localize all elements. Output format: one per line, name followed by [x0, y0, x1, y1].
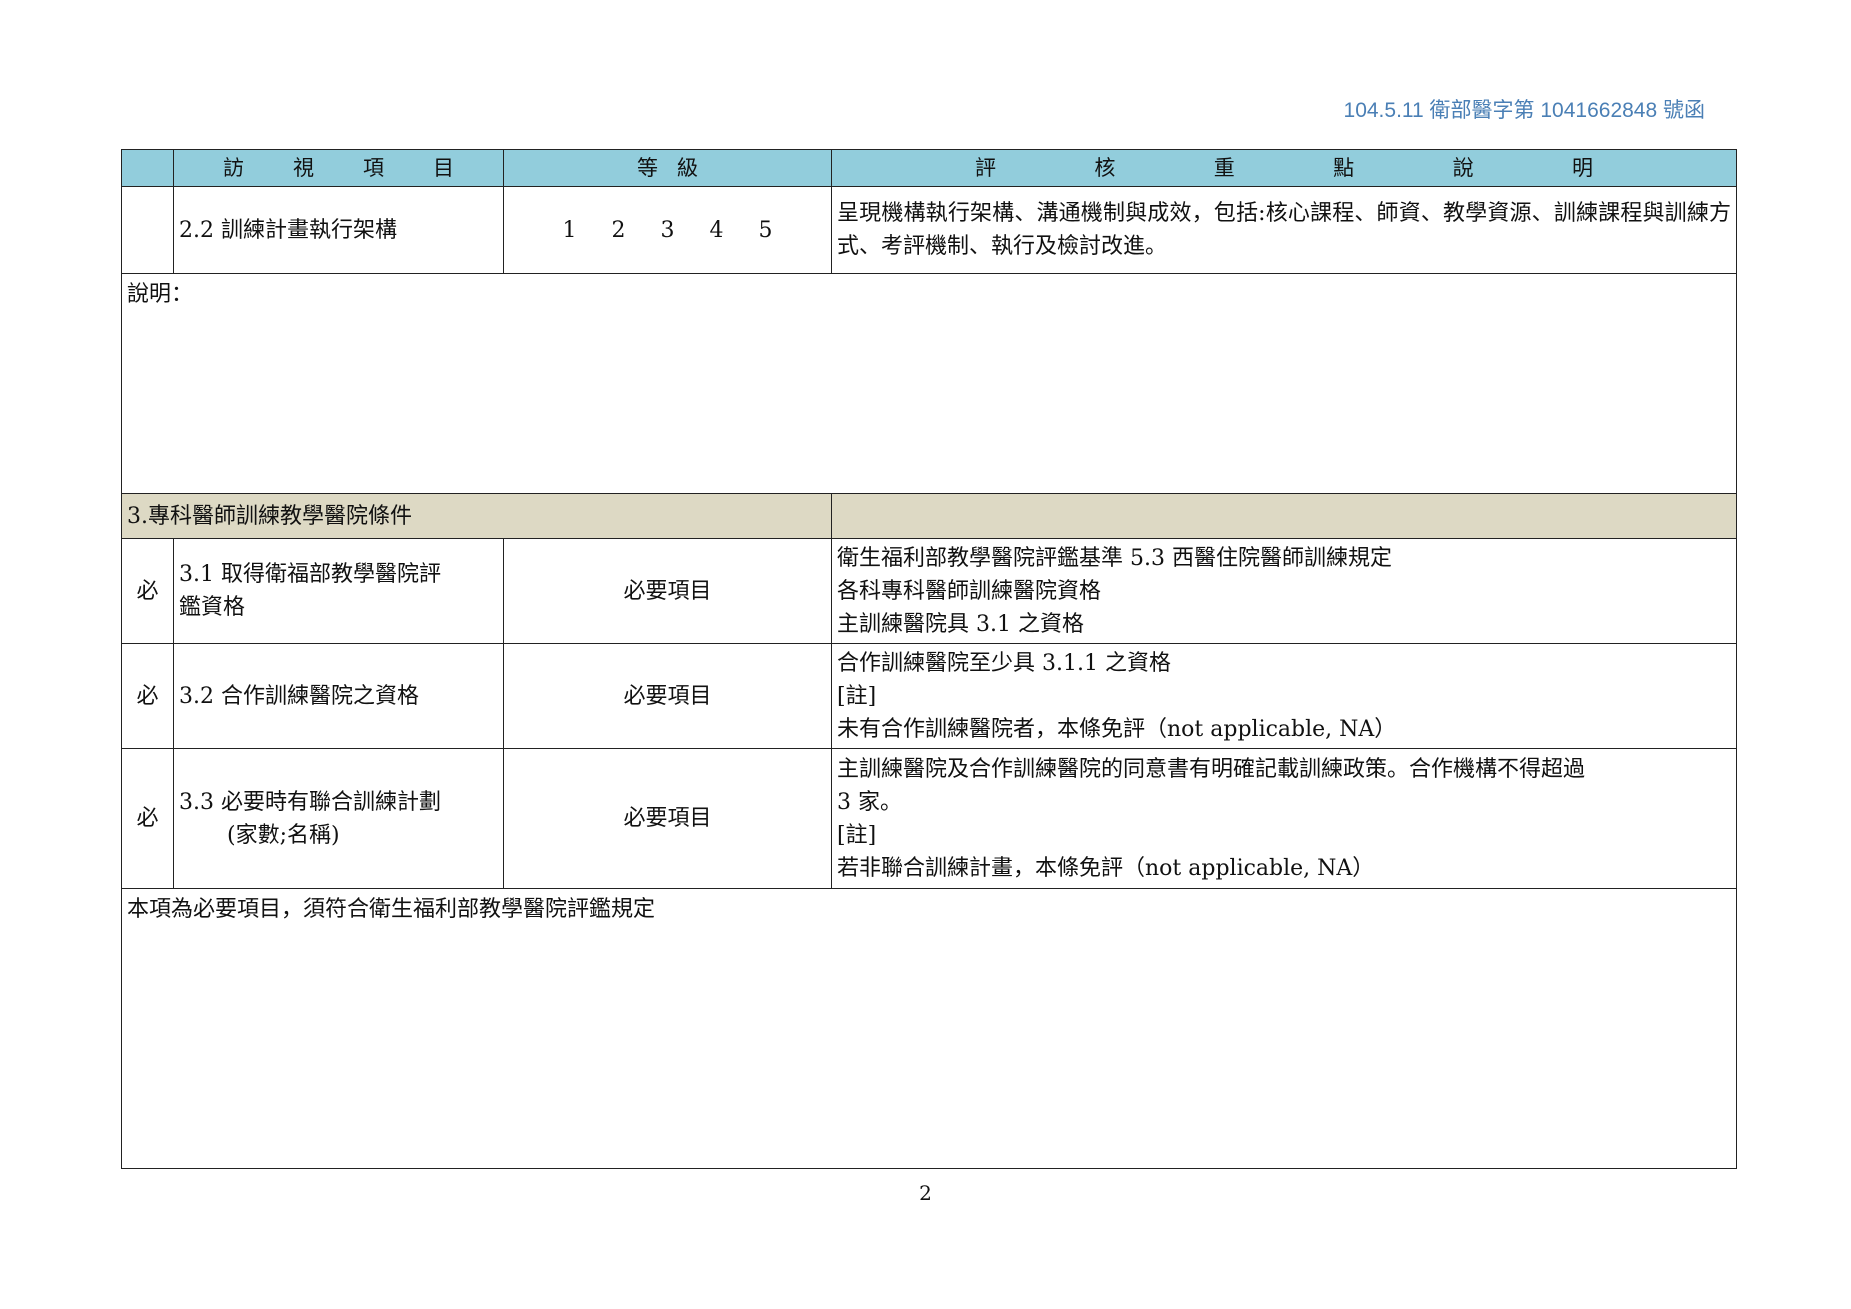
item-cell: 3.3 必要時有聯合訓練計劃 (家數;名稱): [173, 748, 504, 889]
note-cell: 說明：: [121, 273, 1737, 494]
section-title: 3.專科醫師訓練教學醫院條件: [121, 493, 832, 539]
table-row-3-2: 必 3.2 合作訓練醫院之資格 必要項目 合作訓練醫院至少具 3.1.1 之資格…: [121, 643, 1737, 749]
table-header-row: 訪 視 項 目 等 級 評 核 重 點 說 明: [121, 149, 1737, 187]
item-line: 3.2 合作訓練醫院之資格: [179, 683, 419, 709]
header-criteria-char: 核: [1094, 155, 1116, 180]
section-blank-cell: [831, 493, 1737, 539]
note-row: 本項為必要項目，須符合衛生福利部教學醫院評鑑規定: [121, 888, 1737, 1169]
criteria-cell: 呈現機構執行架構、溝通機制與成效，包括:核心課程、師資、教學資源、訓練課程與訓練…: [831, 186, 1737, 274]
note-row: 說明：: [121, 273, 1737, 494]
header-item-char: 視: [293, 155, 314, 180]
note-label: 說明：: [127, 282, 194, 307]
grade-cell: 1 2 3 4 5: [503, 186, 832, 274]
header-item-char: 訪: [223, 155, 244, 180]
note-text: 本項為必要項目，須符合衛生福利部教學醫院評鑑規定: [127, 897, 656, 922]
table-row-3-3: 必 3.3 必要時有聯合訓練計劃 (家數;名稱) 必要項目 主訓練醫院及合作訓練…: [121, 748, 1737, 889]
item-line: (家數;名稱): [227, 822, 340, 848]
section-header-row: 3.專科醫師訓練教學醫院條件: [121, 493, 1737, 539]
criteria-line: 合作訓練醫院至少具 3.1.1 之資格: [837, 650, 1171, 676]
grade-option: 3: [660, 217, 675, 243]
header-item: 訪 視 項 目: [173, 149, 504, 187]
table-row-2-2: 2.2 訓練計畫執行架構 1 2 3 4 5 呈現機構執行架構、溝通機制與成效，…: [121, 186, 1737, 274]
mark-cell: [121, 186, 174, 274]
criteria-cell: 合作訓練醫院至少具 3.1.1 之資格 [註] 未有合作訓練醫院者，本條免評（n…: [831, 643, 1737, 749]
header-criteria-char: 說: [1452, 155, 1474, 180]
grade-cell: 必要項目: [503, 643, 832, 749]
note-cell: 本項為必要項目，須符合衛生福利部教學醫院評鑑規定: [121, 888, 1737, 1169]
required-mark: 必: [121, 748, 174, 889]
criteria-line: 各科專科醫師訓練醫院資格: [837, 578, 1102, 604]
criteria-line: 若非聯合訓練計畫，本條免評（not applicable, NA）: [837, 855, 1375, 881]
item-cell: 3.1 取得衛福部教學醫院評 鑑資格: [173, 538, 504, 644]
header-grade-char: 等: [637, 155, 658, 180]
criteria-cell: 主訓練醫院及合作訓練醫院的同意書有明確記載訓練政策。合作機構不得超過 3 家。 …: [831, 748, 1737, 889]
header-grade: 等 級: [503, 149, 832, 187]
header-item-char: 目: [433, 155, 454, 180]
required-mark: 必: [121, 643, 174, 749]
header-mark-cell: [121, 149, 174, 187]
item-cell: 2.2 訓練計畫執行架構: [173, 186, 504, 274]
criteria-cell: 衛生福利部教學醫院評鑑基準 5.3 西醫住院醫師訓練規定 各科專科醫師訓練醫院資…: [831, 538, 1737, 644]
header-criteria: 評 核 重 點 說 明: [831, 149, 1737, 187]
header-criteria-char: 評: [975, 155, 996, 180]
grade-option: 1: [562, 217, 577, 243]
grade-option: 2: [611, 217, 626, 243]
header-grade-char: 級: [677, 155, 698, 180]
header-item-char: 項: [363, 155, 384, 180]
grade-option: 5: [758, 217, 773, 243]
criteria-line: 主訓練醫院具 3.1 之資格: [837, 611, 1084, 637]
criteria-line: [註]: [837, 683, 877, 709]
criteria-line: 主訓練醫院及合作訓練醫院的同意書有明確記載訓練政策。合作機構不得超過: [837, 756, 1586, 782]
required-mark: 必: [121, 538, 174, 644]
criteria-line: [註]: [837, 822, 877, 848]
item-line: 3.1 取得衛福部教學醫院評: [179, 562, 441, 587]
criteria-line: 衛生福利部教學醫院評鑑基準 5.3 西醫住院醫師訓練規定: [837, 545, 1392, 571]
page-number: 2: [919, 1181, 932, 1205]
criteria-line: 未有合作訓練醫院者，本條免評（not applicable, NA）: [837, 716, 1397, 742]
grade-cell: 必要項目: [503, 538, 832, 644]
criteria-line: 3 家。: [837, 789, 902, 815]
grade-cell: 必要項目: [503, 748, 832, 889]
grade-option: 4: [709, 217, 724, 243]
header-criteria-char: 重: [1213, 155, 1235, 180]
document-reference: 104.5.11 衛部醫字第 1041662848 號函: [1343, 99, 1705, 122]
item-line: 鑑資格: [179, 595, 246, 620]
item-line: 3.3 必要時有聯合訓練計劃: [179, 789, 441, 815]
header-criteria-char: 點: [1333, 155, 1355, 180]
item-cell: 3.2 合作訓練醫院之資格: [173, 643, 504, 749]
header-criteria-char: 明: [1571, 155, 1593, 180]
evaluation-table: 訪 視 項 目 等 級 評 核 重 點 說 明 2.2 訓練計畫執行架構 1 2…: [121, 149, 1737, 1169]
table-row-3-1: 必 3.1 取得衛福部教學醫院評 鑑資格 必要項目 衛生福利部教學醫院評鑑基準 …: [121, 538, 1737, 644]
